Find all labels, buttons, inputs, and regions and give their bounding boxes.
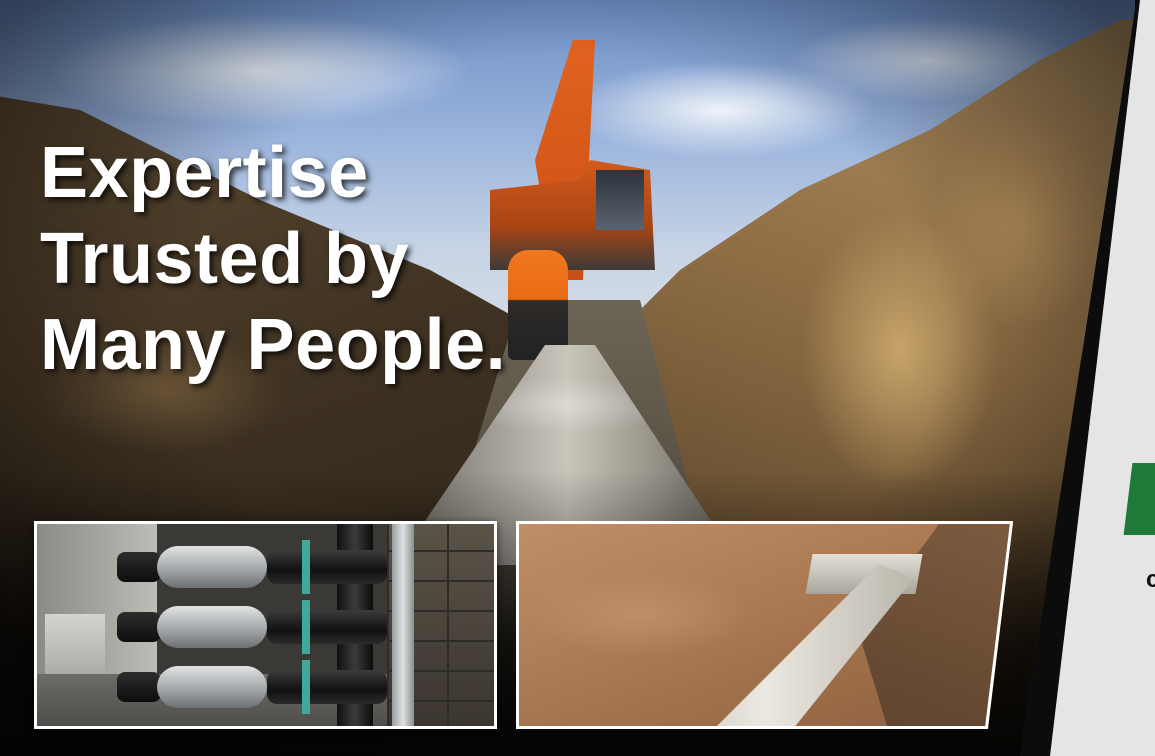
thumbnail-culvert [516,521,1013,729]
headline-line-3: Many People. [40,305,507,385]
thumbnail-pump-room [34,521,497,729]
headline: Expertise Trusted by Many People. [40,130,506,388]
banner: Expertise Trusted by Many People. c [0,0,1155,756]
valve-assembly [117,600,387,654]
valve-assembly [117,660,387,714]
steel-column [392,524,414,726]
headline-line-2: Trusted by [40,219,410,299]
valve-assembly [117,540,387,594]
side-panel-partial-text: c [1146,566,1155,593]
headline-line-1: Expertise [40,133,369,213]
